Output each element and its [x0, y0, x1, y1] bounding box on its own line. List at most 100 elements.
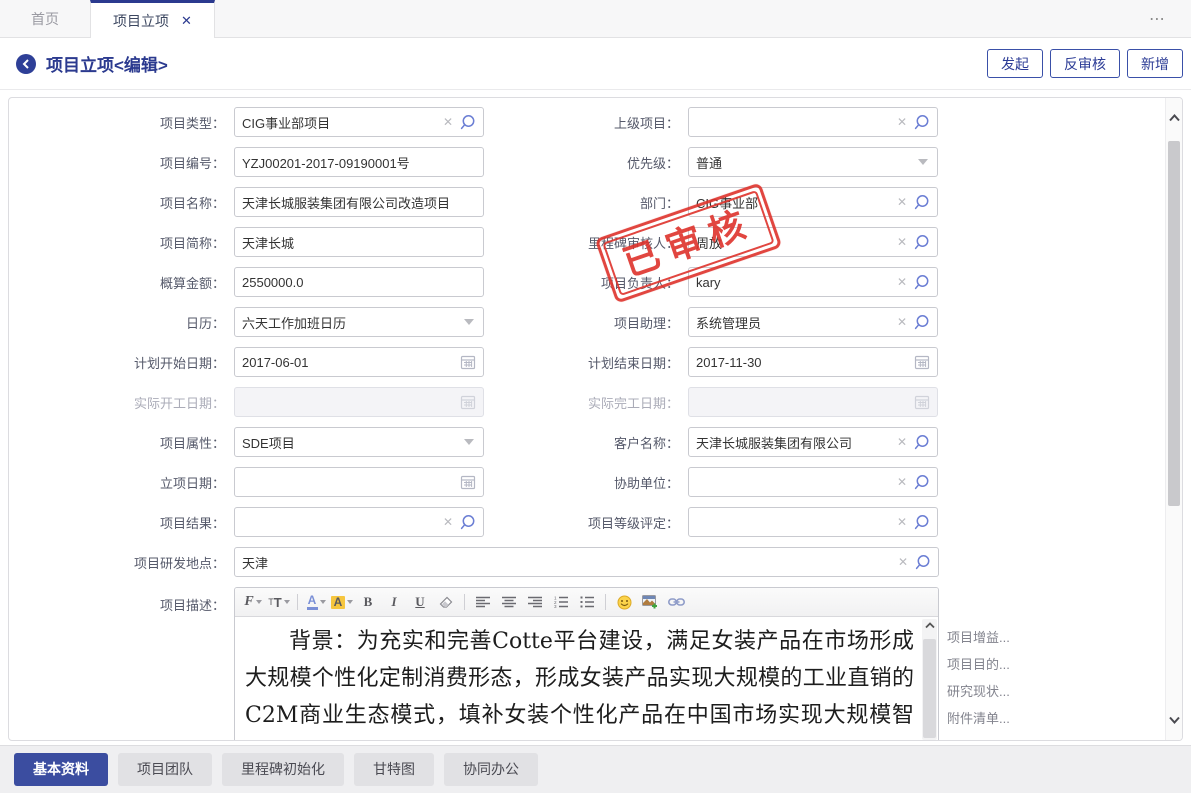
search-icon[interactable] — [913, 274, 930, 291]
rich-text-editor[interactable]: F TT A A B I U — [234, 587, 939, 740]
calendar-icon[interactable] — [460, 394, 476, 410]
field-input[interactable]: 天津长城服装集团有限公司 ✕ — [688, 427, 938, 457]
clear-icon[interactable]: ✕ — [897, 195, 907, 209]
header-action-button[interactable]: 反审核 — [1050, 49, 1120, 78]
editor-scrollbar[interactable] — [922, 619, 937, 740]
calendar-icon[interactable] — [460, 354, 476, 370]
italic-icon[interactable]: I — [382, 591, 406, 613]
clear-icon[interactable]: ✕ — [897, 475, 907, 489]
field-input[interactable]: 2550000.0 ✕ — [234, 267, 484, 297]
bottom-tab[interactable]: 基本资料 — [14, 753, 108, 786]
search-icon[interactable] — [459, 114, 476, 131]
field-input[interactable]: 普通 ✕ — [688, 147, 938, 177]
field-input[interactable]: CIG事业部 ✕ — [688, 187, 938, 217]
scrollbar-thumb[interactable] — [923, 639, 936, 738]
remove-format-icon[interactable] — [434, 591, 458, 613]
search-icon[interactable] — [913, 474, 930, 491]
chevron-down-icon[interactable] — [464, 439, 474, 445]
field-input[interactable]: 六天工作加班日历 ✕ — [234, 307, 484, 337]
side-link[interactable]: 项目增益... — [947, 624, 1010, 651]
bottom-tab[interactable]: 协同办公 — [444, 753, 538, 786]
search-icon[interactable] — [913, 314, 930, 331]
calendar-icon[interactable] — [914, 354, 930, 370]
side-link[interactable]: 项目目的... — [947, 651, 1010, 678]
tab-home[interactable]: 首页 — [0, 0, 90, 37]
bottom-tab[interactable]: 里程碑初始化 — [222, 753, 344, 786]
chevron-down-icon[interactable] — [918, 159, 928, 165]
field-label: 优先级： — [488, 153, 688, 172]
clear-icon[interactable]: ✕ — [897, 315, 907, 329]
align-left-icon[interactable] — [471, 591, 495, 613]
more-menu-icon[interactable]: ⋯ — [1149, 0, 1191, 37]
emoticon-icon[interactable] — [612, 591, 636, 613]
tab-project-initiation[interactable]: 项目立项 ✕ — [90, 0, 215, 38]
close-icon[interactable]: ✕ — [181, 14, 192, 27]
insert-image-icon[interactable] — [638, 591, 662, 613]
insert-link-icon[interactable] — [664, 591, 688, 613]
underline-icon[interactable]: U — [408, 591, 432, 613]
field-input[interactable]: 周放 ✕ — [688, 227, 938, 257]
field-label: 项目简称： — [9, 233, 234, 252]
header-action-button[interactable]: 发起 — [987, 49, 1043, 78]
side-link[interactable]: 研究现状... — [947, 678, 1010, 705]
clear-icon[interactable]: ✕ — [897, 515, 907, 529]
clear-icon[interactable]: ✕ — [443, 515, 453, 529]
scrollbar-thumb[interactable] — [1168, 141, 1180, 506]
calendar-icon[interactable] — [460, 474, 476, 490]
clear-icon[interactable]: ✕ — [897, 435, 907, 449]
field-label: 客户名称： — [488, 433, 688, 452]
field-input[interactable]: ✕ — [688, 507, 938, 537]
field-input[interactable]: ✕ — [688, 107, 938, 137]
search-icon[interactable] — [913, 114, 930, 131]
scroll-up-icon[interactable] — [1166, 114, 1182, 122]
field-input[interactable]: ✕ — [688, 467, 938, 497]
font-size-icon[interactable]: TT — [267, 591, 291, 613]
header-action-button[interactable]: 新增 — [1127, 49, 1183, 78]
clear-icon[interactable]: ✕ — [443, 115, 453, 129]
scroll-down-icon[interactable] — [1166, 716, 1182, 724]
search-icon[interactable] — [913, 514, 930, 531]
font-color-icon[interactable]: A — [304, 591, 328, 613]
clear-icon[interactable]: ✕ — [897, 235, 907, 249]
field-input[interactable]: CIG事业部项目 ✕ — [234, 107, 484, 137]
search-icon[interactable] — [914, 554, 931, 571]
bold-icon[interactable]: B — [356, 591, 380, 613]
editor-body[interactable]: 背景：为充实和完善Cotte平台建设，满足女装产品在市场形成大规模个性化定制消费… — [235, 617, 938, 740]
align-center-icon[interactable] — [497, 591, 521, 613]
scroll-up-icon[interactable] — [922, 622, 937, 629]
highlight-color-icon[interactable]: A — [330, 591, 354, 613]
field-input[interactable]: kary ✕ — [688, 267, 938, 297]
chevron-down-icon[interactable] — [464, 319, 474, 325]
field-input[interactable]: SDE项目 ✕ — [234, 427, 484, 457]
back-button[interactable] — [16, 54, 36, 74]
font-family-icon[interactable]: F — [241, 591, 265, 613]
unordered-list-icon[interactable] — [575, 591, 599, 613]
field-input[interactable]: ✕ — [234, 467, 484, 497]
field-input[interactable]: 天津 ✕ — [234, 547, 939, 577]
field-input[interactable]: 天津长城服装集团有限公司改造项目 ✕ — [234, 187, 484, 217]
search-icon[interactable] — [913, 194, 930, 211]
search-icon[interactable] — [913, 434, 930, 451]
calendar-icon[interactable] — [914, 394, 930, 410]
field-input[interactable]: 天津长城 ✕ — [234, 227, 484, 257]
clear-icon[interactable]: ✕ — [897, 275, 907, 289]
side-link[interactable]: 附件清单... — [947, 705, 1010, 732]
field-label: 立项日期： — [9, 473, 234, 492]
bottom-tab[interactable]: 甘特图 — [354, 753, 434, 786]
search-icon[interactable] — [913, 234, 930, 251]
field-input[interactable]: ✕ — [688, 387, 938, 417]
main-scrollbar[interactable] — [1165, 98, 1182, 740]
project-description-text[interactable]: 背景：为充实和完善Cotte平台建设，满足女装产品在市场形成大规模个性化定制消费… — [245, 623, 914, 740]
clear-icon[interactable]: ✕ — [897, 115, 907, 129]
field-input[interactable]: ✕ — [234, 507, 484, 537]
field-input[interactable]: YZJ00201-2017-09190001号 ✕ — [234, 147, 484, 177]
align-right-icon[interactable] — [523, 591, 547, 613]
field-input[interactable]: 2017-06-01 ✕ — [234, 347, 484, 377]
field-input[interactable]: ✕ — [234, 387, 484, 417]
ordered-list-icon[interactable]: 123 — [549, 591, 573, 613]
field-input[interactable]: 2017-11-30 ✕ — [688, 347, 938, 377]
search-icon[interactable] — [459, 514, 476, 531]
field-input[interactable]: 系统管理员 ✕ — [688, 307, 938, 337]
clear-icon[interactable]: ✕ — [898, 555, 908, 569]
bottom-tab[interactable]: 项目团队 — [118, 753, 212, 786]
